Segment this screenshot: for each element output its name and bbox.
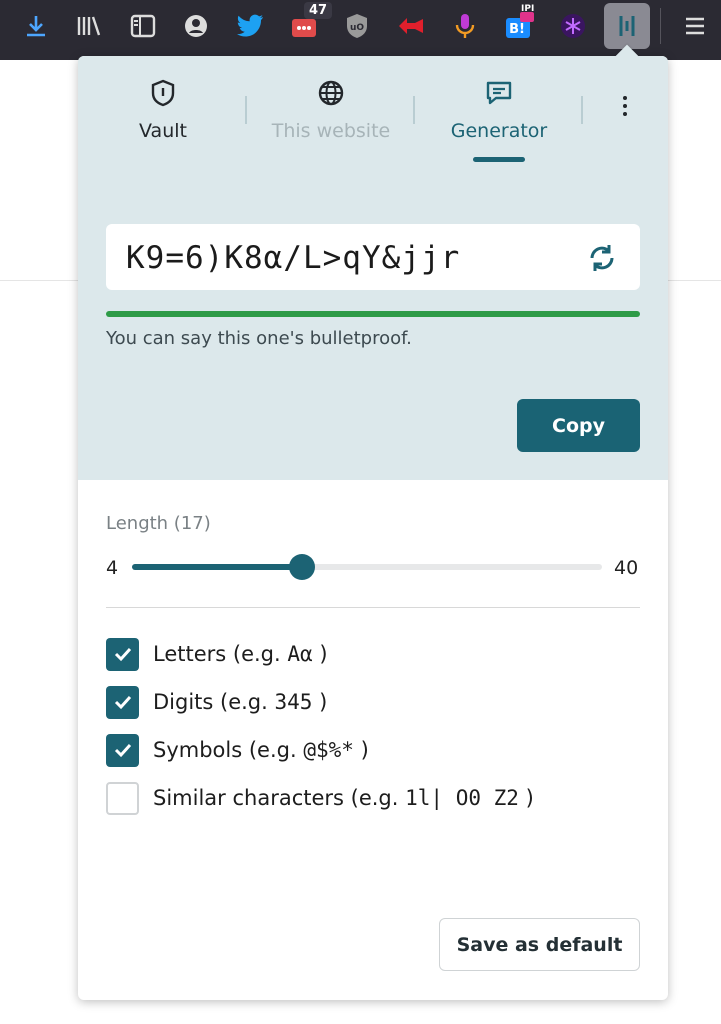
download-icon[interactable]	[20, 10, 52, 42]
option-digits[interactable]: Digits (e.g. 345 )	[106, 685, 327, 719]
tab-label: Generator	[450, 120, 548, 142]
sidebar-icon[interactable]	[127, 10, 159, 42]
section-divider	[106, 607, 640, 608]
password-field[interactable]: K9=6)K8α/L>qY&jjr	[106, 224, 640, 290]
microphone-icon[interactable]	[449, 10, 481, 42]
check-icon	[114, 743, 131, 758]
hatena-bookmark-icon[interactable]: B! IPI	[503, 4, 535, 42]
option-letters[interactable]: Letters (e.g. Aα )	[106, 637, 328, 671]
tab-divider	[245, 96, 247, 124]
globe-icon	[251, 76, 411, 110]
page-divider	[668, 280, 721, 281]
option-similar-characters[interactable]: Similar characters (e.g. 1l| O0 Z2 )	[106, 781, 534, 815]
twitter-icon[interactable]	[234, 10, 266, 42]
browser-toolbar: 47 uO B! IPI	[0, 0, 721, 60]
more-options-icon[interactable]	[613, 94, 637, 118]
ublock-icon[interactable]: uO	[341, 10, 373, 42]
svg-text:uO: uO	[350, 23, 364, 33]
active-tab-indicator	[473, 157, 525, 162]
tab-divider	[581, 96, 583, 124]
chat-icon	[419, 76, 579, 110]
shield-icon	[83, 76, 243, 110]
similar-characters-checkbox[interactable]	[106, 781, 139, 815]
slider-fill	[132, 564, 302, 570]
strength-message: You can say this one's bulletproof.	[106, 328, 412, 349]
beta-extension-icon[interactable]	[557, 10, 589, 42]
symbols-checkbox[interactable]	[106, 733, 139, 767]
check-icon	[114, 647, 131, 662]
check-icon	[114, 695, 131, 710]
copy-button[interactable]: Copy	[517, 399, 640, 452]
redirect-icon[interactable]	[395, 10, 427, 42]
tab-this-website[interactable]: This website	[251, 76, 411, 142]
password-generator-popup: Vault This website Generator K9=6)K8α/L>…	[78, 44, 668, 1000]
password-manager-icon[interactable]	[611, 10, 643, 42]
tab-vault[interactable]: Vault	[83, 76, 243, 142]
digits-checkbox[interactable]	[106, 685, 139, 719]
refresh-icon[interactable]	[582, 238, 622, 278]
length-slider[interactable]	[132, 554, 602, 580]
generated-password: K9=6)K8α/L>qY&jjr	[126, 240, 461, 276]
option-label: Similar characters (e.g. 1l| O0 Z2 )	[153, 786, 534, 810]
tab-generator[interactable]: Generator	[419, 76, 579, 142]
tab-label: This website	[271, 120, 391, 142]
notification-badge: 47	[304, 2, 333, 19]
tab-label: Vault	[139, 120, 187, 142]
option-label: Digits (e.g. 345 )	[153, 690, 328, 714]
menu-icon[interactable]	[679, 10, 711, 42]
slider-max-label: 40	[614, 557, 639, 579]
option-label: Letters (e.g. Aα )	[153, 642, 328, 666]
length-label: Length (17)	[106, 513, 211, 534]
library-icon[interactable]	[73, 10, 105, 42]
letters-checkbox[interactable]	[106, 637, 139, 671]
strength-meter	[106, 311, 640, 317]
account-icon[interactable]	[180, 10, 212, 42]
save-as-default-button[interactable]: Save as default	[439, 918, 640, 971]
slider-min-label: 4	[106, 557, 119, 579]
slider-handle[interactable]	[288, 554, 315, 580]
page-divider	[0, 280, 78, 281]
option-label: Symbols (e.g. @$%* )	[153, 738, 369, 762]
small-badge: IPI	[521, 4, 535, 14]
svg-text:B!: B!	[509, 22, 525, 37]
option-symbols[interactable]: Symbols (e.g. @$%* )	[106, 733, 369, 767]
tab-divider	[413, 96, 415, 124]
toolbar-divider	[660, 8, 661, 44]
